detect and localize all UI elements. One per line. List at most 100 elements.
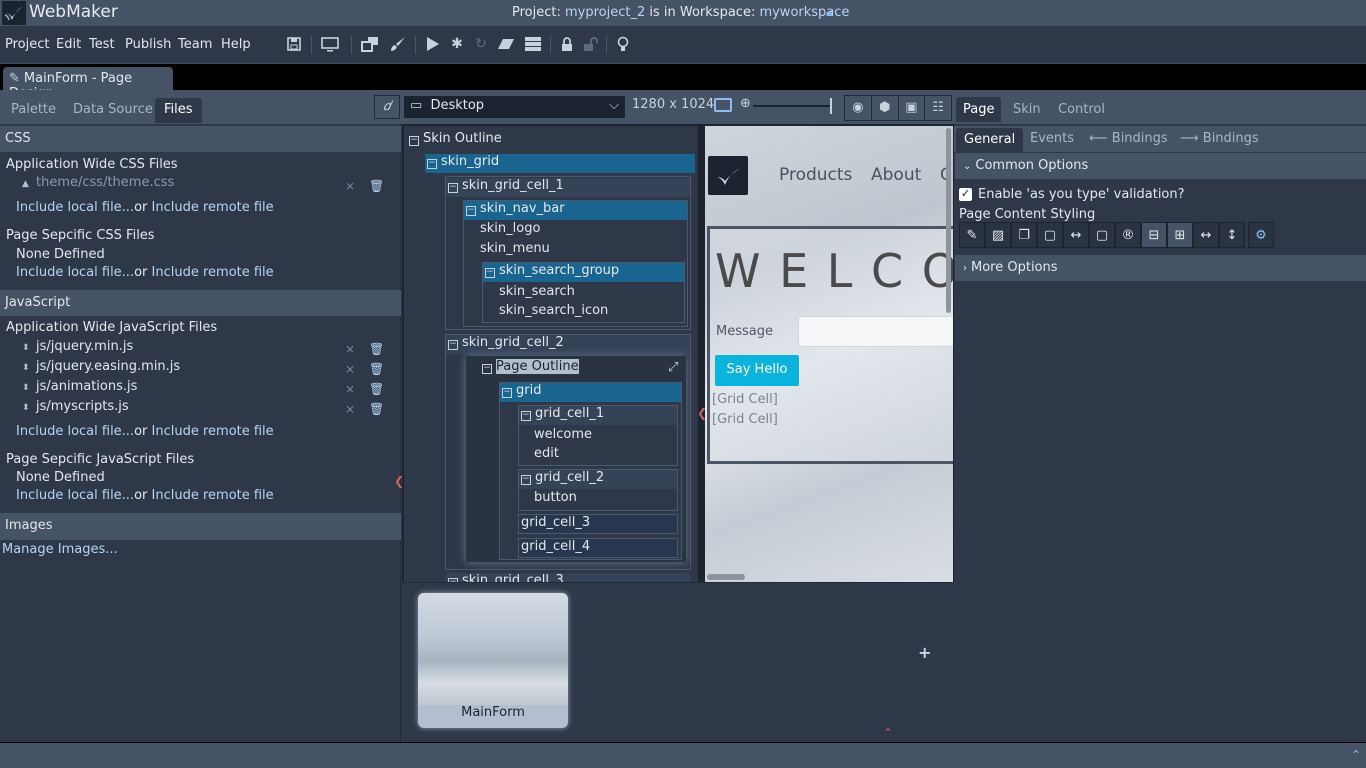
bug-icon[interactable]: ✱ [447, 34, 467, 54]
eye-icon[interactable]: ◉ [845, 96, 872, 120]
menu-test[interactable]: Test [89, 37, 115, 52]
frame-icon[interactable]: ▣ [899, 96, 926, 120]
js-file-item[interactable]: ⬍ js/jquery.min.js [22, 339, 133, 354]
unlock-icon[interactable]: 🔓︎ [826, 5, 834, 20]
tab-palette[interactable]: Palette [11, 102, 56, 117]
sort-icon[interactable]: ⬍ [22, 363, 32, 373]
tree-node-button[interactable]: button [532, 490, 577, 509]
tree-node-grid-cell-4[interactable]: grid_cell_4 [518, 538, 678, 558]
tree-node-skin-grid[interactable]: − skin_grid [425, 154, 695, 173]
tree-node-skin-search-icon[interactable]: skin_search_icon [497, 303, 608, 322]
tree-node-skin-logo[interactable]: skin_logo [478, 221, 540, 240]
skin-outline-title[interactable]: − Skin Outline [407, 131, 502, 150]
javascript-section-header[interactable]: JavaScript [0, 290, 401, 316]
device-select[interactable]: ▭ Desktop ⌵ [404, 96, 625, 118]
sort-icon[interactable]: ⬍ [22, 403, 32, 413]
tree-node-skin-grid-cell-1[interactable]: − skin_grid_cell_1 [446, 178, 690, 197]
menu-project[interactable]: Project [5, 37, 49, 52]
common-options-header[interactable]: ⌄ Common Options [955, 153, 1366, 179]
include-local-file-link[interactable]: Include local file... [16, 488, 134, 503]
subtab-general[interactable]: General [956, 128, 1024, 152]
tree-node-page-outline[interactable]: − Page Outline [480, 359, 579, 378]
include-local-file-link[interactable]: Include local file... [16, 265, 134, 280]
horizontal-resize-icon[interactable]: ↔ [1063, 222, 1089, 248]
trash-icon[interactable]: 🗑︎ [369, 382, 384, 396]
margin-icon[interactable]: ▢ [1089, 222, 1115, 248]
css-file-item[interactable]: ▲ theme/css/theme.css [22, 175, 174, 190]
include-remote-file-link[interactable]: Include remote file [152, 424, 274, 439]
tree-node-skin-menu[interactable]: skin_menu [478, 241, 550, 260]
pin-icon[interactable]: 𝑑 [374, 95, 400, 119]
brush-icon[interactable]: ✎ [959, 222, 985, 248]
preview-horizontal-scrollbar[interactable] [707, 574, 745, 580]
include-remote-file-link[interactable]: Include remote file [152, 200, 274, 215]
preview-nav-about[interactable]: About [871, 165, 921, 185]
tree-node-skin-grid-cell-3[interactable]: − skin_grid_cell_3 [446, 573, 690, 582]
js-file-item[interactable]: ⬍ js/jquery.easing.min.js [22, 359, 180, 374]
more-options-header[interactable]: › More Options [955, 255, 1366, 281]
trash-icon[interactable]: 🗑︎ [369, 402, 384, 416]
tree-node-grid-cell-1[interactable]: − grid_cell_1 [519, 406, 677, 425]
registered-icon[interactable]: ® [1115, 222, 1141, 248]
page-thumbnail-mainform[interactable]: MainForm [418, 593, 568, 728]
trash-icon[interactable]: 🗑︎ [369, 342, 384, 356]
include-local-file-link[interactable]: Include local file... [16, 200, 134, 215]
unlink-icon[interactable]: ⨯ [345, 342, 355, 356]
sort-icon[interactable]: ⬍ [22, 383, 32, 393]
expand-box-icon[interactable]: ⊞ [1167, 222, 1193, 248]
windows-icon[interactable] [360, 34, 380, 54]
menu-edit[interactable]: Edit [56, 37, 81, 52]
copy-icon[interactable]: ❐ [1011, 222, 1037, 248]
menu-help[interactable]: Help [221, 37, 251, 52]
border-icon[interactable]: ▢ [1037, 222, 1063, 248]
expand-icon[interactable]: ⤢ [668, 360, 678, 375]
collapse-icon[interactable]: − [448, 340, 458, 350]
tree-node-skin-grid-cell-2[interactable]: − skin_grid_cell_2 [446, 335, 690, 354]
collapse-icon[interactable]: − [409, 136, 419, 146]
eraser-icon[interactable] [496, 34, 516, 54]
trash-icon[interactable]: 🗑︎ [369, 179, 384, 193]
collapse-icon[interactable]: − [485, 268, 495, 278]
orientation-icon[interactable] [714, 98, 732, 112]
menu-team[interactable]: Team [178, 37, 212, 52]
tab-files[interactable]: Files [155, 98, 202, 123]
zoom-slider[interactable] [753, 98, 832, 114]
collapse-icon[interactable]: − [521, 411, 531, 421]
tree-node-edit[interactable]: edit [532, 446, 559, 465]
include-remote-file-link[interactable]: Include remote file [152, 265, 274, 280]
document-tab[interactable]: ✎MainForm - Page Design [3, 67, 173, 101]
brush-icon[interactable] [388, 34, 408, 54]
unlink-icon[interactable]: ⨯ [345, 362, 355, 376]
collapse-icon[interactable]: − [482, 364, 492, 374]
tree-node-skin-search[interactable]: skin_search [497, 284, 575, 303]
tab-skin[interactable]: Skin [1013, 102, 1041, 117]
refresh-icon[interactable]: ↻ [471, 34, 491, 54]
tree-node-skin-nav-bar[interactable]: − skin_nav_bar [464, 201, 687, 220]
image-icon[interactable]: ▨ [985, 222, 1011, 248]
tab-data-source[interactable]: Data Source [73, 102, 153, 117]
collapse-box-icon[interactable]: ⊟ [1141, 222, 1167, 248]
tree-node-welcome[interactable]: welcome [532, 427, 592, 446]
play-icon[interactable] [423, 34, 443, 54]
collapse-icon[interactable]: − [502, 388, 512, 398]
subtab-events[interactable]: Events [1030, 131, 1074, 146]
lightbulb-icon[interactable] [613, 34, 633, 54]
collapse-icon[interactable]: − [448, 183, 458, 193]
tree-node-skin-search-group[interactable]: − skin_search_group [483, 263, 684, 282]
js-file-item[interactable]: ⬍ js/animations.js [22, 379, 137, 394]
unlink-icon[interactable]: ⨯ [345, 179, 355, 193]
unlink-icon[interactable]: ⨯ [345, 382, 355, 396]
tab-page[interactable]: Page [956, 97, 1002, 122]
js-file-item[interactable]: ⬍ js/myscripts.js [22, 399, 129, 414]
collapse-up-arrow[interactable]: ⌃ [883, 726, 893, 740]
width-icon[interactable]: ↔ [1193, 222, 1219, 248]
add-page-icon[interactable]: + [918, 643, 931, 662]
css-section-header[interactable]: CSS [0, 126, 401, 152]
save-icon[interactable] [284, 34, 304, 54]
preview-vertical-scrollbar[interactable] [946, 128, 951, 313]
tree-node-grid[interactable]: − grid [500, 383, 681, 402]
chevron-up-icon[interactable]: ⌃ [1351, 748, 1361, 762]
height-icon[interactable]: ↕ [1219, 222, 1245, 248]
collapse-icon[interactable]: − [466, 206, 476, 216]
trash-icon[interactable]: 🗑︎ [369, 362, 384, 376]
